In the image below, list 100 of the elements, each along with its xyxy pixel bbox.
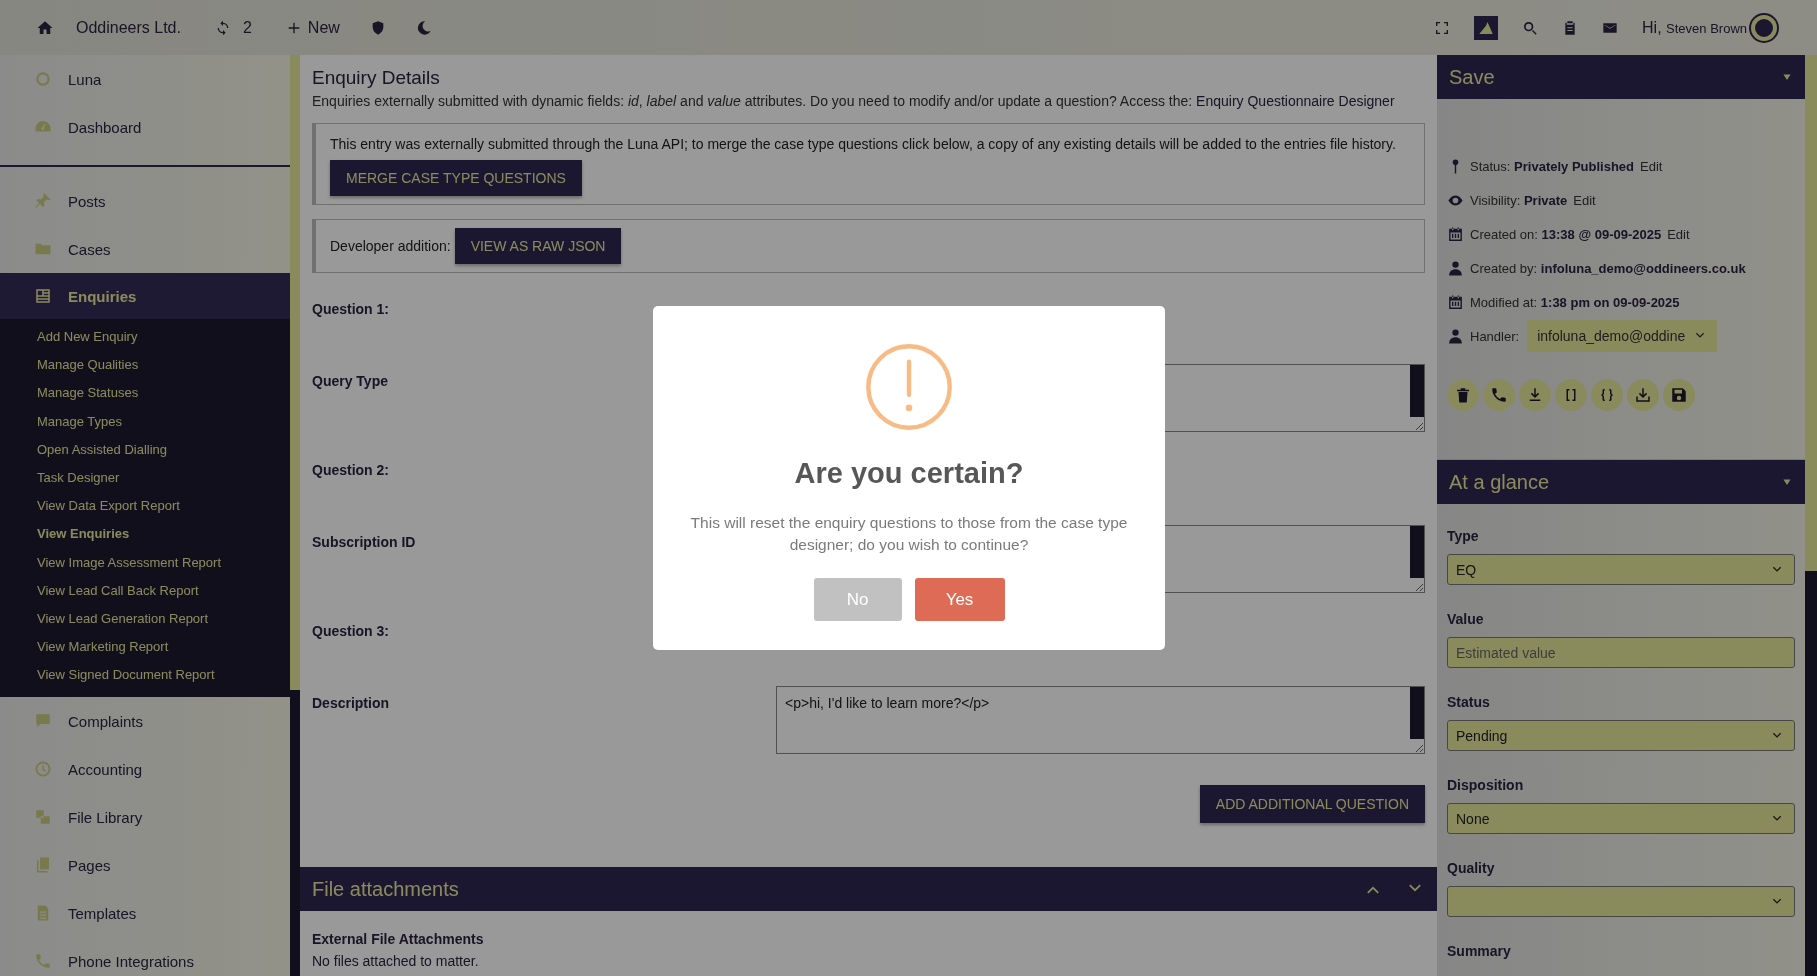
meta-text: Created by: infoluna_demo@oddineers.co.uk bbox=[1470, 260, 1746, 276]
scrollbar[interactable] bbox=[1410, 365, 1424, 417]
meta-text: Modified at: 1:38 pm on 09-09-2025 bbox=[1470, 294, 1680, 310]
fullscreen-icon[interactable] bbox=[1434, 19, 1451, 36]
company-name[interactable]: Oddineers Ltd. bbox=[76, 18, 181, 37]
brackets-button[interactable] bbox=[1555, 379, 1587, 411]
field-label: Description bbox=[312, 695, 389, 711]
intro-text: Enquiries externally submitted with dynamic fields: id, label and value attributes. Do you need to modify and/or update a question? Access the: bbox=[312, 93, 1193, 109]
scrollbar[interactable] bbox=[1805, 55, 1817, 976]
field-label: Disposition bbox=[1447, 777, 1525, 793]
download-button[interactable] bbox=[1519, 379, 1551, 411]
floppy-button[interactable] bbox=[1663, 379, 1695, 411]
scrollbar[interactable] bbox=[1410, 526, 1424, 578]
panel-title: At a glance bbox=[1449, 470, 1550, 494]
trash-button[interactable] bbox=[1447, 379, 1479, 411]
dialog-title: Are you certain? bbox=[794, 457, 1024, 490]
attachments-heading: External File Attachments bbox=[312, 931, 485, 947]
merge-button[interactable]: MERGE CASE TYPE QUESTIONS bbox=[330, 160, 582, 196]
submenu-item[interactable]: View Image Assessment Report bbox=[0, 548, 290, 577]
question-heading: Question 3: bbox=[312, 623, 389, 639]
submenu-item[interactable]: Add New Enquiry bbox=[0, 323, 290, 352]
sidebar-item[interactable]: Templates bbox=[0, 889, 290, 938]
phone-icon bbox=[34, 952, 52, 971]
attachments-title: File attachments bbox=[312, 877, 459, 901]
sidebar-item[interactable]: Cases bbox=[0, 225, 290, 273]
edit-link[interactable]: Edit bbox=[1640, 158, 1663, 174]
submenu-item[interactable]: Manage Types bbox=[0, 407, 290, 436]
confirm-button[interactable]: Yes bbox=[914, 578, 1005, 621]
tray-download-button[interactable] bbox=[1627, 379, 1659, 411]
select-field[interactable]: Pending bbox=[1447, 720, 1795, 751]
text-area[interactable]: <p>hi, I'd like to learn more?</p> bbox=[776, 686, 1425, 754]
person-icon bbox=[1447, 327, 1464, 345]
meta-text: Status: Privately Published bbox=[1470, 158, 1634, 174]
phone-icon bbox=[1490, 386, 1508, 404]
select-field[interactable] bbox=[1447, 886, 1795, 917]
scrollbar[interactable] bbox=[1410, 687, 1424, 739]
attachments-message: No files attached to matter. bbox=[312, 953, 480, 969]
user-greeting[interactable]: Hi, Steven Brown bbox=[1642, 18, 1747, 37]
braces-button[interactable] bbox=[1591, 379, 1623, 411]
panel-header[interactable]: At a glance bbox=[1437, 460, 1805, 504]
field-label: Query Type bbox=[312, 373, 388, 389]
scrollbar[interactable] bbox=[290, 55, 300, 976]
sidebar-item[interactable]: File Library bbox=[0, 793, 290, 842]
pin-icon bbox=[34, 192, 52, 210]
select-field[interactable]: EQ bbox=[1447, 554, 1795, 585]
meta-text: Visibility: Private bbox=[1470, 192, 1568, 208]
warning-icon bbox=[865, 343, 953, 431]
submenu-item[interactable]: View Marketing Report bbox=[0, 633, 290, 662]
submenu-item[interactable]: View Lead Call Back Report bbox=[0, 576, 290, 605]
submenu-item[interactable]: View Signed Document Report bbox=[0, 661, 290, 690]
avatar-icon[interactable] bbox=[1751, 14, 1777, 41]
submenu-item[interactable]: View Lead Generation Report bbox=[0, 604, 290, 634]
submenu-item[interactable]: View Data Export Report bbox=[0, 492, 290, 521]
select-field[interactable]: None bbox=[1447, 803, 1795, 834]
new-link[interactable]: New bbox=[307, 18, 340, 37]
tray-download-icon bbox=[1634, 386, 1652, 404]
sidebar-item[interactable]: Posts bbox=[0, 177, 290, 225]
sidebar-item[interactable]: Phone Integrations bbox=[0, 937, 290, 976]
sidebar-item[interactable]: Enquiries bbox=[0, 273, 290, 319]
field-label: Value bbox=[1447, 611, 1485, 627]
field-label: Status bbox=[1447, 694, 1491, 710]
panel-header[interactable]: Save bbox=[1437, 55, 1805, 99]
trash-icon bbox=[1454, 386, 1472, 404]
submenu-item[interactable]: Manage Statuses bbox=[0, 379, 290, 408]
submenu-item[interactable]: Task Designer bbox=[0, 463, 290, 493]
sidebar-item[interactable]: Accounting bbox=[0, 745, 290, 794]
sync-count: 2 bbox=[242, 18, 252, 37]
input-field[interactable]: Estimated value bbox=[1447, 637, 1795, 668]
newspaper-icon bbox=[34, 287, 52, 305]
add-question-button[interactable]: ADD ADDITIONAL QUESTION bbox=[1199, 785, 1425, 823]
person-icon bbox=[1447, 259, 1464, 277]
floppy-icon bbox=[1670, 386, 1688, 404]
dialog-message: This will reset the enquiry questions to those from the case type designer; do you wish to continue? bbox=[689, 513, 1129, 555]
logo-icon[interactable] bbox=[1474, 15, 1499, 40]
field-label: Summary bbox=[1447, 943, 1512, 959]
handler-select[interactable]: infoluna_demo@oddine bbox=[1527, 320, 1718, 352]
meta-text: Created on: 13:38 @ 09-09-2025 bbox=[1470, 226, 1662, 242]
designer-link[interactable]: Enquiry Questionnaire Designer bbox=[1196, 93, 1395, 109]
submenu-item[interactable]: Open Assisted Dialling bbox=[0, 435, 290, 464]
sidebar-item[interactable]: Complaints bbox=[0, 697, 290, 746]
phone-button[interactable] bbox=[1483, 379, 1515, 411]
submenu-item[interactable]: View Enquiries bbox=[0, 520, 290, 549]
sidebar-item[interactable]: Luna bbox=[0, 55, 290, 103]
raw-json-button[interactable]: VIEW AS RAW JSON bbox=[454, 228, 622, 264]
handler-label: Handler: bbox=[1470, 328, 1520, 344]
sidebar-item[interactable]: Dashboard bbox=[0, 103, 290, 151]
developer-label: Developer addition: bbox=[330, 238, 451, 254]
submenu-item[interactable]: Manage Qualities bbox=[0, 351, 290, 380]
calendar-icon bbox=[1447, 225, 1464, 243]
question-heading: Question 1: bbox=[312, 301, 389, 317]
pages-icon bbox=[34, 856, 52, 875]
edit-link[interactable]: Edit bbox=[1667, 226, 1690, 242]
edit-link[interactable]: Edit bbox=[1573, 192, 1596, 208]
moon-icon[interactable] bbox=[415, 19, 432, 36]
sidebar-item[interactable]: Pages bbox=[0, 841, 290, 890]
field-label: Quality bbox=[1447, 860, 1496, 876]
question-heading: Question 2: bbox=[312, 462, 389, 478]
calendar-icon bbox=[1447, 293, 1464, 311]
search-icon[interactable] bbox=[1522, 19, 1539, 36]
panel-title: Save bbox=[1449, 65, 1495, 89]
